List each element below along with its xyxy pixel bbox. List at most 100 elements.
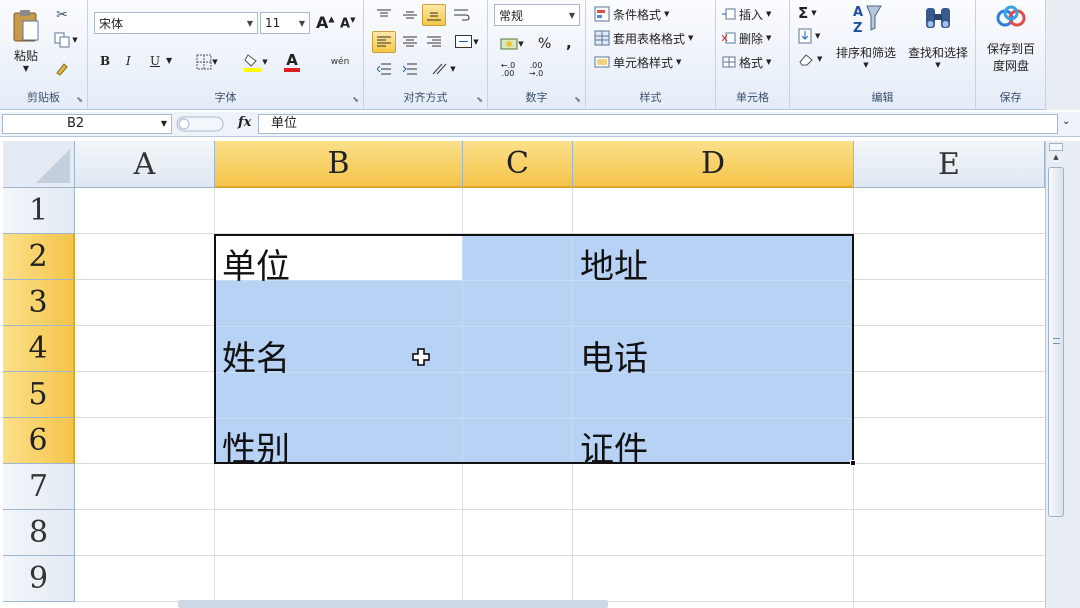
chevron-down-icon[interactable]: ▼: [166, 56, 172, 65]
insert-label: 插入: [739, 7, 764, 22]
orientation-button[interactable]: ▼: [426, 58, 462, 80]
autosum-button[interactable]: Σ ▼: [798, 4, 817, 22]
format-painter-button[interactable]: [52, 58, 72, 78]
row-header-5[interactable]: 5: [3, 372, 75, 418]
paste-button[interactable]: 粘贴 ▼: [6, 4, 46, 76]
phonetic-icon: wén: [330, 57, 350, 67]
vertical-scrollbar[interactable]: ▲: [1045, 141, 1080, 608]
formula-input[interactable]: 单位: [258, 114, 1058, 134]
row-header-1[interactable]: 1: [3, 188, 75, 234]
split-box[interactable]: [1049, 143, 1063, 151]
increase-indent-button[interactable]: [398, 58, 422, 80]
cells-group-label: 单元格: [736, 91, 769, 104]
row-header-7[interactable]: 7: [3, 464, 75, 510]
cell-b4[interactable]: 姓名: [222, 331, 290, 380]
column-header-d[interactable]: D: [573, 141, 854, 188]
wrap-text-button[interactable]: [450, 4, 474, 26]
cell-d2[interactable]: 地址: [580, 239, 648, 288]
font-size-select[interactable]: 11 ▼: [260, 12, 310, 34]
column-header-e[interactable]: E: [854, 141, 1045, 188]
row-header-9[interactable]: 9: [3, 556, 75, 602]
phonetic-button[interactable]: wén: [322, 50, 358, 74]
align-top-button[interactable]: [372, 4, 396, 26]
clear-button[interactable]: ▼: [798, 52, 822, 66]
expand-formula-icon[interactable]: ⌄: [1062, 116, 1070, 127]
cell-b6[interactable]: 性别: [222, 422, 290, 471]
percent-button[interactable]: %: [538, 36, 551, 52]
decrease-decimal-button[interactable]: .00 →.0: [524, 60, 548, 80]
cell-d6[interactable]: 证件: [580, 422, 648, 471]
eraser-icon: [799, 54, 813, 66]
name-box[interactable]: B2 ▼: [2, 114, 172, 134]
font-color-button[interactable]: A: [276, 50, 308, 74]
merge-center-button[interactable]: ▼: [450, 31, 484, 53]
font-group-label: 字体: [214, 91, 237, 104]
selection-inner-gridline: [572, 236, 573, 462]
row-header-3[interactable]: 3: [3, 280, 75, 326]
underline-button[interactable]: U: [150, 54, 160, 68]
worksheet-grid[interactable]: A B C D E 1 2 3 4 5 6 7 8 9 单位 地址 姓名 电话 …: [0, 141, 1045, 608]
dialog-launcher-icon[interactable]: ⬊: [574, 95, 581, 104]
insert-function-button[interactable]: fx: [238, 115, 251, 130]
copy-icon: [54, 32, 70, 48]
number-format-select[interactable]: 常规 ▼: [494, 4, 580, 26]
gridline: [75, 509, 1045, 510]
svg-text:Z: Z: [853, 21, 862, 36]
number-group: 常规 ▼ ▼ % , ←.0.00 .00 →.0 数字 ⬊: [488, 0, 586, 110]
grow-font-button[interactable]: A▲: [316, 13, 335, 32]
comma-button[interactable]: ,: [566, 34, 572, 52]
column-header-a[interactable]: A: [75, 141, 215, 188]
editing-group: Σ ▼ ▼ ▼ A Z 排序和筛选 ▼ 查找和选择 ▼ 编辑: [790, 0, 976, 110]
column-header-b[interactable]: B: [215, 141, 463, 188]
cell-styles-button[interactable]: 单元格样式 ▼: [594, 52, 681, 72]
cut-button[interactable]: ✂: [52, 6, 72, 24]
scroll-up-button[interactable]: ▲: [1049, 153, 1063, 165]
align-bottom-button[interactable]: [422, 4, 446, 26]
fill-color-button[interactable]: ▼: [240, 50, 272, 74]
format-button[interactable]: 格式 ▼: [722, 52, 771, 72]
dialog-launcher-icon[interactable]: ⬊: [76, 95, 83, 104]
horizontal-scrollbar-thumb[interactable]: [178, 600, 608, 608]
sort-filter-icon: A Z: [853, 5, 882, 36]
italic-button[interactable]: I: [126, 54, 131, 68]
align-middle-button[interactable]: [398, 4, 422, 26]
row-header-2[interactable]: 2: [3, 234, 75, 280]
chevron-down-icon: ▼: [22, 63, 30, 73]
decrease-indent-button[interactable]: [372, 58, 396, 80]
cell-b2[interactable]: 单位: [222, 239, 290, 288]
font-name-select[interactable]: 宋体 ▼: [94, 12, 258, 34]
column-header-c[interactable]: C: [463, 141, 573, 188]
dialog-launcher-icon[interactable]: ⬊: [352, 95, 359, 104]
sort-filter-button[interactable]: A Z 排序和筛选 ▼: [830, 2, 902, 82]
fill-handle[interactable]: [850, 460, 856, 466]
align-left-button[interactable]: [372, 31, 396, 53]
chevron-down-icon[interactable]: ▼: [161, 115, 167, 133]
row-header-6[interactable]: 6: [3, 418, 75, 464]
fill-button[interactable]: ▼: [798, 28, 820, 44]
save-label-line2: 度网盘: [992, 59, 1029, 73]
align-center-button[interactable]: [398, 31, 422, 53]
chevron-down-icon: ▼: [298, 18, 305, 28]
delete-button[interactable]: 删除 ▼: [722, 28, 771, 48]
cell-d4[interactable]: 电话: [580, 331, 648, 380]
dialog-launcher-icon[interactable]: ⬊: [476, 95, 483, 104]
borders-button[interactable]: ▼: [192, 52, 222, 72]
save-to-baidu-button[interactable]: 保存到百 度网盘: [978, 4, 1044, 80]
bold-button[interactable]: B: [100, 54, 110, 68]
select-all-button[interactable]: [3, 141, 75, 188]
align-right-button[interactable]: [422, 31, 446, 53]
copy-button[interactable]: ▼: [52, 30, 80, 50]
conditional-format-button[interactable]: 条件格式 ▼: [594, 4, 669, 24]
table-format-label: 套用表格格式: [613, 31, 686, 46]
row-header-8[interactable]: 8: [3, 510, 75, 556]
table-format-button[interactable]: 套用表格格式 ▼: [594, 28, 693, 48]
increase-decimal-button[interactable]: ←.0.00: [496, 60, 520, 80]
scrollbar-thumb[interactable]: [1048, 167, 1064, 517]
shrink-font-button[interactable]: A▼: [340, 16, 355, 31]
accounting-format-button[interactable]: ▼: [496, 34, 528, 54]
row-header-4[interactable]: 4: [3, 326, 75, 372]
insert-button[interactable]: 插入 ▼: [722, 4, 771, 24]
find-select-button[interactable]: 查找和选择 ▼: [902, 2, 974, 82]
insert-cells-icon: [722, 8, 736, 20]
decrease-indent-icon: [377, 63, 391, 75]
